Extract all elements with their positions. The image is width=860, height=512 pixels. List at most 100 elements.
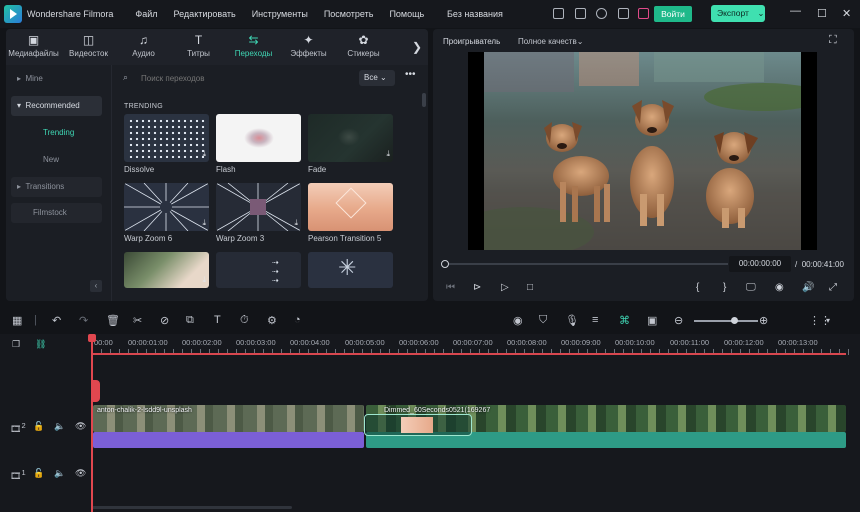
- transition-thumb-arrows[interactable]: ⇢ ⇢ ⇢: [216, 252, 301, 288]
- login-button[interactable]: Войти: [654, 6, 692, 22]
- sidebar-item-transitions[interactable]: ▸ Transitions: [11, 177, 102, 197]
- tick-label: 00:00:10:00: [615, 338, 655, 347]
- play-icon[interactable]: ▷: [501, 282, 509, 293]
- layout-icon[interactable]: [553, 8, 564, 19]
- export-button[interactable]: Экспорт ⌄: [711, 5, 765, 22]
- image-icon[interactable]: ⛶: [829, 34, 837, 47]
- tab-effects[interactable]: ✦ Эффекты: [281, 29, 336, 65]
- menu-help[interactable]: Помощь: [389, 9, 424, 19]
- render-icon[interactable]: ◉: [513, 314, 523, 327]
- download-icon[interactable]: ⤓: [202, 149, 206, 159]
- speaker-icon[interactable]: 🔈: [54, 421, 65, 432]
- playhead[interactable]: [91, 334, 93, 512]
- sidebar-sub-new[interactable]: New: [43, 155, 59, 164]
- speaker-icon[interactable]: 🔈: [54, 468, 65, 479]
- transition-thumb-warp-zoom-6[interactable]: ⤓: [124, 183, 209, 231]
- minimize-icon[interactable]: —: [790, 5, 801, 17]
- menu-tools[interactable]: Инструменты: [252, 9, 308, 19]
- transition-thumb-warp-zoom-3[interactable]: ⤓: [216, 183, 301, 231]
- mark-out-icon[interactable]: }: [723, 282, 726, 293]
- snapshot-icon[interactable]: ◉: [775, 282, 784, 293]
- ai-icon[interactable]: ▣: [647, 314, 657, 327]
- sidebar-sub-trending[interactable]: Trending: [43, 128, 74, 137]
- cloud-icon[interactable]: [596, 8, 607, 19]
- maximize-icon[interactable]: ☐: [817, 7, 827, 20]
- tab-transitions[interactable]: ⇆ Переходы: [226, 29, 281, 65]
- speed-icon[interactable]: ⏱: [240, 314, 249, 327]
- mark-in-icon[interactable]: {: [696, 282, 699, 293]
- microphone-icon[interactable]: 🎙: [565, 314, 579, 327]
- tab-stock-video[interactable]: ◫ Видеосток: [61, 29, 116, 65]
- sidebar-item-recommended[interactable]: ▾ Recommended: [11, 96, 102, 116]
- redo-icon[interactable]: ↷: [79, 314, 88, 327]
- transition-thumb-flash[interactable]: [216, 114, 301, 162]
- download-icon[interactable]: ⤓: [294, 218, 298, 228]
- adjust-icon[interactable]: ⚙: [267, 314, 277, 327]
- collapse-sidebar-button[interactable]: ‹: [90, 280, 102, 292]
- cart-icon[interactable]: [638, 8, 649, 19]
- stop-icon[interactable]: □: [527, 282, 533, 293]
- snap-icon[interactable]: ⌘: [619, 314, 630, 327]
- previous-frame-icon[interactable]: ⏮: [446, 282, 455, 293]
- horizontal-scrollbar[interactable]: [92, 506, 292, 509]
- cut-icon[interactable]: ✂: [133, 314, 142, 327]
- transition-thumb-foliage[interactable]: ⤓: [124, 252, 209, 288]
- tab-titles[interactable]: T Титры: [171, 29, 226, 65]
- transition-thumb-burst[interactable]: ✳: [308, 252, 393, 288]
- quality-dropdown[interactable]: Полное качеств⌄: [518, 37, 583, 46]
- transition-thumb-dissolve[interactable]: ⤓: [124, 114, 209, 162]
- playhead-handle[interactable]: [88, 334, 96, 342]
- tag-icon[interactable]: ⊘: [160, 314, 169, 327]
- lock-icon[interactable]: 🔓: [33, 421, 44, 432]
- zoom-out-icon[interactable]: ⊖: [674, 314, 683, 327]
- fullscreen-icon[interactable]: ⤢: [829, 282, 837, 293]
- captions-icon[interactable]: ≡: [592, 314, 598, 326]
- menu-view[interactable]: Посмотреть: [324, 9, 374, 19]
- playback-progress[interactable]: [441, 260, 728, 268]
- zoom-handle[interactable]: [731, 317, 738, 324]
- undo-icon[interactable]: ↶: [52, 314, 61, 327]
- eye-icon[interactable]: 👁: [75, 468, 86, 479]
- download-icon[interactable]: ⤓: [202, 218, 206, 228]
- lock-icon[interactable]: 🔓: [33, 468, 44, 479]
- tab-stickers[interactable]: ✿ Стикеры: [336, 29, 391, 65]
- zoom-slider[interactable]: [694, 317, 758, 324]
- video-clip-1[interactable]: anton-chalik-2-lsdd9l-unsplash: [93, 405, 364, 432]
- text-icon[interactable]: T: [214, 314, 221, 326]
- marker-icon[interactable]: ⛉: [539, 314, 547, 327]
- delete-icon[interactable]: 🗑: [106, 314, 120, 327]
- transition-clip[interactable]: [364, 414, 472, 436]
- zoom-in-icon[interactable]: ⊕: [759, 314, 768, 327]
- save-icon[interactable]: [575, 8, 586, 19]
- clip-1-audio-bar[interactable]: [93, 432, 364, 448]
- chevron-down-icon[interactable]: ▾: [826, 316, 830, 325]
- search-input[interactable]: [141, 71, 341, 86]
- volume-icon[interactable]: 🔊: [802, 282, 814, 293]
- sidebar-item-filmstock[interactable]: Filmstock: [11, 203, 102, 223]
- eye-icon[interactable]: 👁: [75, 421, 86, 432]
- tab-media[interactable]: ▣ Медиафайлы: [6, 29, 61, 65]
- menu-file[interactable]: Файл: [135, 9, 157, 19]
- transition-thumb-pearson-5[interactable]: [308, 183, 393, 231]
- transition-thumb-fade[interactable]: ⤓: [308, 114, 393, 162]
- menu-edit[interactable]: Редактировать: [174, 9, 236, 19]
- monitor-icon[interactable]: 🖵: [746, 282, 756, 293]
- download-icon[interactable]: ⤓: [386, 149, 390, 159]
- close-icon[interactable]: ✕: [842, 7, 851, 20]
- playhead-flag[interactable]: [92, 380, 100, 402]
- copy-icon[interactable]: ❐: [12, 339, 20, 350]
- grid-icon[interactable]: [618, 8, 629, 19]
- sidebar-item-mine[interactable]: ▸ Mine: [11, 69, 102, 89]
- color-icon[interactable]: ◔: [294, 314, 301, 326]
- download-icon[interactable]: ⤓: [202, 275, 206, 285]
- scrollbar[interactable]: [422, 93, 426, 107]
- crop-icon[interactable]: ⧉: [186, 314, 194, 327]
- layout-icon[interactable]: ▦: [12, 314, 22, 327]
- more-options-icon[interactable]: •••: [405, 69, 416, 80]
- link-icon[interactable]: ⛓: [35, 339, 46, 350]
- chevron-right-icon[interactable]: ❯: [412, 40, 422, 54]
- tab-audio[interactable]: ♫ Аудио: [116, 29, 171, 65]
- filter-dropdown[interactable]: Все ⌄: [359, 70, 395, 86]
- step-forward-icon[interactable]: ⊳: [473, 282, 481, 293]
- progress-handle[interactable]: [441, 260, 449, 268]
